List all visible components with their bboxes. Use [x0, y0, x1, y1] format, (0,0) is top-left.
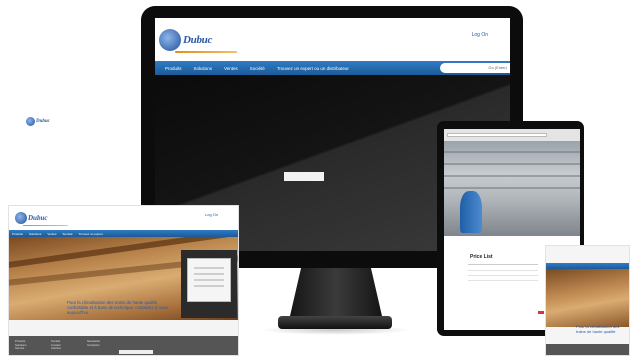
site-footer: [546, 344, 629, 355]
nav-item-ventes[interactable]: Ventes: [47, 232, 56, 236]
nav-item-solutions[interactable]: Solutions: [29, 232, 41, 236]
nav-item-societe[interactable]: Société: [250, 66, 265, 71]
logo-text: Dubuc: [28, 214, 48, 222]
nav-item-societe[interactable]: Société: [63, 232, 73, 236]
text-line: [468, 275, 538, 276]
vent-slat: [194, 273, 224, 275]
text-line: [468, 270, 538, 271]
site-logo[interactable]: Dubuc: [15, 210, 75, 226]
nav-item-distributor[interactable]: Trouvez un expert: [79, 232, 103, 236]
login-link[interactable]: Log On: [472, 32, 488, 38]
logo-text: Dubuc: [36, 118, 50, 124]
site-footer: Produits Solutions Service Société Conta…: [9, 336, 238, 355]
site-header: Dubuc Log On: [9, 206, 238, 230]
text-lines: [468, 270, 538, 285]
hangar-image: [444, 141, 580, 236]
site-header: Dubuc Log On: [155, 18, 510, 61]
site-logo[interactable]: Dubuc: [26, 115, 74, 127]
divider: [468, 264, 538, 265]
nav-item-produits[interactable]: Produits: [165, 66, 182, 71]
responsive-devices-mockup: Dubuc Log On Produits Solutions Ventes S…: [0, 0, 630, 356]
logo-swoosh: [175, 51, 237, 53]
footer-column: Société Contact Carrière: [51, 339, 81, 351]
phone-screen: Pour la climatisation des trains de haut…: [545, 245, 630, 356]
vent-slat: [194, 279, 224, 281]
logo-text: Dubuc: [183, 34, 213, 46]
monitor-stand-neck: [290, 268, 382, 316]
hero-block: [284, 172, 324, 181]
globe-logo-icon: [26, 116, 35, 126]
nav-item-solutions[interactable]: Solutions: [194, 66, 213, 71]
roof-rib: [444, 163, 580, 165]
browser-toolbar: [444, 129, 580, 141]
roof-rib: [444, 151, 580, 153]
text-line: [468, 280, 538, 281]
login-link[interactable]: Log On: [205, 212, 218, 217]
main-nav: Produits Solutions Ventes Société Trouve…: [9, 230, 238, 237]
address-bar[interactable]: [447, 133, 547, 137]
roof-rib: [444, 187, 580, 189]
vent-slat: [194, 267, 224, 269]
vent-slat: [194, 285, 224, 287]
monitor-stand-base: [278, 316, 392, 329]
laptop-screen: Dubuc Log On Produits Solutions Ventes S…: [8, 205, 239, 356]
hero-caption: Pour la climatisation des trains de haut…: [67, 300, 168, 315]
ventilation-unit-image: [187, 258, 231, 302]
red-marker: [538, 311, 544, 314]
nav-item-ventes[interactable]: Ventes: [224, 66, 238, 71]
globe-logo-icon: [159, 29, 181, 51]
page-title: Price List: [470, 254, 493, 260]
footer-link[interactable]: Inscription: [87, 343, 117, 348]
ship-hull: [460, 191, 482, 233]
nav-item-distributor[interactable]: Trouvez un expert ou un distributeur: [277, 66, 349, 71]
roof-rib: [444, 175, 580, 177]
footer-column: Newsletter Inscription: [87, 339, 117, 348]
footer-link[interactable]: Carrière: [51, 347, 81, 351]
site-logo[interactable]: Dubuc: [159, 26, 241, 54]
footer-column: Produits Solutions Service: [15, 339, 45, 351]
search-input[interactable]: Go (Enter): [440, 63, 510, 73]
footer-link[interactable]: Service: [15, 347, 45, 351]
globe-logo-icon: [15, 212, 27, 224]
newsletter-input[interactable]: [119, 350, 153, 354]
hero-caption: Pour la climatisation des trains de haut…: [576, 324, 620, 334]
nav-item-produits[interactable]: Produits: [12, 232, 23, 236]
hero-image: [546, 269, 629, 327]
logo-swoosh: [23, 225, 68, 226]
